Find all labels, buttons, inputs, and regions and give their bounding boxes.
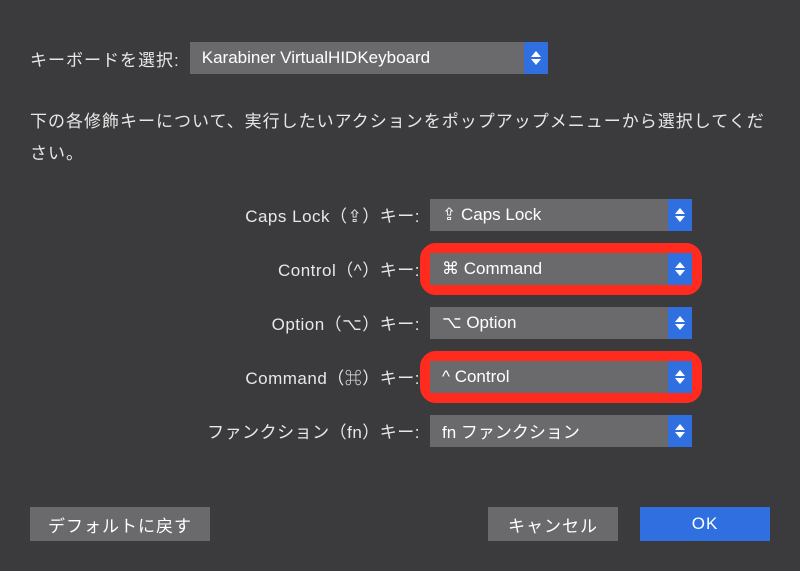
modifier-row-label: Option（⌥）キー: [30,310,430,335]
modifier-select-wrap: ⇪ Caps Lock [430,199,692,231]
modifier-select-value: ^ Control [442,367,510,387]
dropdown-stepper-icon [668,415,692,447]
modifier-select-value: ⇪ Caps Lock [442,205,541,225]
modifier-row: Command（⌘）キー: ^ Control [30,361,770,393]
dropdown-stepper-icon [524,42,548,74]
keyboard-select[interactable]: Karabiner VirtualHIDKeyboard [190,42,548,74]
ok-label: OK [692,514,719,534]
restore-defaults-label: デフォルトに戻す [48,512,192,537]
modifier-select[interactable]: ⌘ Command [430,253,692,285]
ok-button[interactable]: OK [640,507,770,541]
dropdown-stepper-icon [668,307,692,339]
dropdown-stepper-icon [668,253,692,285]
modifier-row-label: Caps Lock（⇪）キー: [30,202,430,227]
modifier-row: Control（^）キー: ⌘ Command [30,253,770,285]
modifier-row: ファンクション（fn）キー: fn ファンクション [30,415,770,447]
modifier-select[interactable]: ^ Control [430,361,692,393]
modifier-select-wrap: ⌥ Option [430,307,692,339]
keyboard-select-value: Karabiner VirtualHIDKeyboard [202,48,430,68]
modifier-row: Caps Lock（⇪）キー: ⇪ Caps Lock [30,199,770,231]
modifier-select-wrap: fn ファンクション [430,415,692,447]
modifier-select-value: ⌥ Option [442,313,516,333]
restore-defaults-button[interactable]: デフォルトに戻す [30,507,210,541]
keyboard-select-label: キーボードを選択: [30,46,180,71]
instruction-text: 下の各修飾キーについて、実行したいアクションをポップアップメニューから選択してく… [30,106,770,171]
modifier-select-value: ⌘ Command [442,259,542,279]
dropdown-stepper-icon [668,199,692,231]
modifier-row-label: ファンクション（fn）キー: [30,418,430,443]
modifier-row-label: Command（⌘）キー: [30,364,430,389]
cancel-label: キャンセル [508,512,598,537]
cancel-button[interactable]: キャンセル [488,507,618,541]
modifier-select[interactable]: fn ファンクション [430,415,692,447]
modifier-row-label: Control（^）キー: [30,256,430,281]
modifier-select-wrap: ^ Control [430,361,692,393]
modifier-row: Option（⌥）キー: ⌥ Option [30,307,770,339]
modifier-select[interactable]: ⇪ Caps Lock [430,199,692,231]
modifier-select-wrap: ⌘ Command [430,253,692,285]
modifier-select[interactable]: ⌥ Option [430,307,692,339]
dropdown-stepper-icon [668,361,692,393]
modifier-select-value: fn ファンクション [442,418,580,443]
